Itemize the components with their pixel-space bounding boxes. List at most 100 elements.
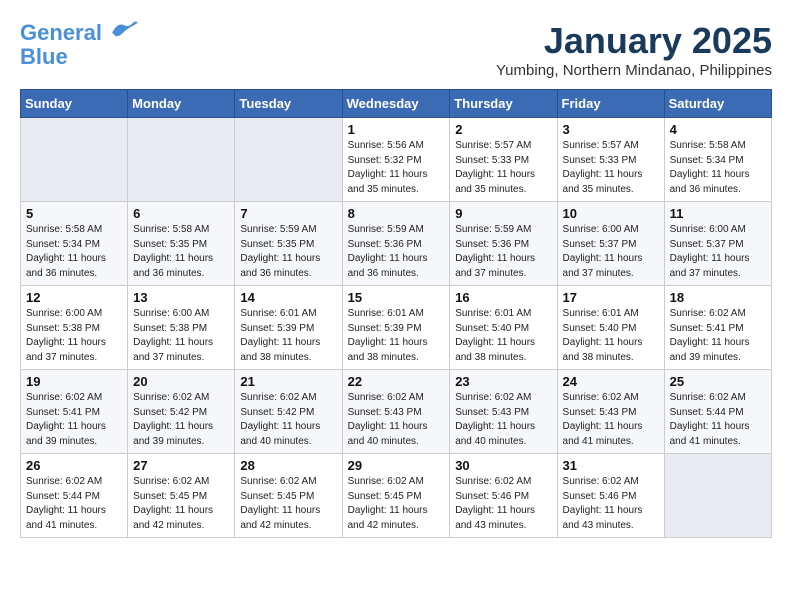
calendar-cell: 20Sunrise: 6:02 AM Sunset: 5:42 PM Dayli… [128,370,235,454]
day-number: 3 [563,122,659,137]
calendar-cell: 12Sunrise: 6:00 AM Sunset: 5:38 PM Dayli… [21,286,128,370]
day-number: 4 [670,122,766,137]
calendar-cell: 4 Sunrise: 5:58 AM Sunset: 5:34 PM Daylig… [664,118,771,202]
day-info: Sunrise: 6:02 AM Sunset: 5:41 PM Dayligh… [670,307,766,365]
day-info: Sunrise: 6:02 AM Sunset: 5:46 PM Dayligh… [455,475,551,533]
day-number: 5 [26,206,122,221]
day-info: Sunrise: 5:58 AM Sunset: 5:34 PM Dayligh… [670,139,766,197]
day-number: 20 [133,374,229,389]
calendar-cell [128,118,235,202]
day-number: 16 [455,290,551,305]
day-info: Sunrise: 6:02 AM Sunset: 5:43 PM Dayligh… [563,391,659,449]
day-number: 29 [348,458,445,473]
day-info: Sunrise: 5:57 AM Sunset: 5:33 PM Dayligh… [563,139,659,197]
day-info: Sunrise: 6:00 AM Sunset: 5:37 PM Dayligh… [563,223,659,281]
logo-blue-text: Blue [20,45,138,69]
calendar-cell: 9Sunrise: 5:59 AM Sunset: 5:36 PM Daylig… [450,202,557,286]
calendar-table: SundayMondayTuesdayWednesdayThursdayFrid… [20,89,772,538]
weekday-header-tuesday: Tuesday [235,90,342,118]
weekday-header-sunday: Sunday [21,90,128,118]
day-number: 17 [563,290,659,305]
day-info: Sunrise: 6:02 AM Sunset: 5:46 PM Dayligh… [563,475,659,533]
day-number: 23 [455,374,551,389]
day-number: 1 [348,122,445,137]
calendar-cell: 28 Sunrise: 6:02 AM Sunset: 5:45 PM Dayli… [235,454,342,538]
calendar-cell: 16Sunrise: 6:01 AM Sunset: 5:40 PM Dayli… [450,286,557,370]
day-number: 21 [240,374,336,389]
day-info: Sunrise: 6:02 AM Sunset: 5:45 PM Dayligh… [133,475,229,533]
page-header: General Blue January 2025 Yumbing, North… [20,20,772,79]
title-block: January 2025 Yumbing, Northern Mindanao,… [496,20,772,79]
calendar-cell: 27 Sunrise: 6:02 AM Sunset: 5:45 PM Dayli… [128,454,235,538]
calendar-cell: 13Sunrise: 6:00 AM Sunset: 5:38 PM Dayli… [128,286,235,370]
day-info: Sunrise: 6:00 AM Sunset: 5:38 PM Dayligh… [133,307,229,365]
logo-text: General [20,20,138,45]
week-row-5: 26Sunrise: 6:02 AM Sunset: 5:44 PM Dayli… [21,454,772,538]
day-number: 8 [348,206,445,221]
day-info: Sunrise: 6:02 AM Sunset: 5:43 PM Dayligh… [455,391,551,449]
day-number: 7 [240,206,336,221]
logo-bird-icon [110,20,138,40]
day-info: Sunrise: 6:01 AM Sunset: 5:39 PM Dayligh… [348,307,445,365]
week-row-3: 12 Sunrise: 6:00 AM Sunset: 5:38 PM Dayli… [21,286,772,370]
day-number: 10 [563,206,659,221]
calendar-cell [235,118,342,202]
day-info: Sunrise: 6:02 AM Sunset: 5:45 PM Dayligh… [240,475,336,533]
calendar-cell: 19Sunrise: 6:02 AM Sunset: 5:41 PM Dayli… [21,370,128,454]
calendar-cell: 15Sunrise: 6:01 AM Sunset: 5:39 PM Dayli… [342,286,450,370]
day-number: 6 [133,206,229,221]
calendar-cell: 29 Sunrise: 6:02 AM Sunset: 5:45 PM Dayli… [342,454,450,538]
weekday-header-row: SundayMondayTuesdayWednesdayThursdayFrid… [21,90,772,118]
calendar-cell: 30 Sunrise: 6:02 AM Sunset: 5:46 PM Dayli… [450,454,557,538]
calendar-title: January 2025 [496,20,772,62]
calendar-cell: 11 Sunrise: 6:00 AM Sunset: 5:37 PM Dayli… [664,202,771,286]
calendar-cell: 3 Sunrise: 5:57 AM Sunset: 5:33 PM Daylig… [557,118,664,202]
day-info: Sunrise: 5:57 AM Sunset: 5:33 PM Dayligh… [455,139,551,197]
weekday-header-friday: Friday [557,90,664,118]
weekday-header-thursday: Thursday [450,90,557,118]
calendar-cell: 31 Sunrise: 6:02 AM Sunset: 5:46 PM Dayli… [557,454,664,538]
week-row-1: 1 Sunrise: 5:56 AM Sunset: 5:32 PM Daylig… [21,118,772,202]
day-info: Sunrise: 6:02 AM Sunset: 5:44 PM Dayligh… [26,475,122,533]
week-row-4: 19Sunrise: 6:02 AM Sunset: 5:41 PM Dayli… [21,370,772,454]
day-info: Sunrise: 6:02 AM Sunset: 5:45 PM Dayligh… [348,475,445,533]
day-info: Sunrise: 5:58 AM Sunset: 5:34 PM Dayligh… [26,223,122,281]
day-info: Sunrise: 5:59 AM Sunset: 5:36 PM Dayligh… [455,223,551,281]
day-number: 30 [455,458,551,473]
calendar-cell: 22Sunrise: 6:02 AM Sunset: 5:43 PM Dayli… [342,370,450,454]
calendar-cell: 5 Sunrise: 5:58 AM Sunset: 5:34 PM Daylig… [21,202,128,286]
calendar-cell: 24Sunrise: 6:02 AM Sunset: 5:43 PM Dayli… [557,370,664,454]
day-info: Sunrise: 6:01 AM Sunset: 5:39 PM Dayligh… [240,307,336,365]
day-info: Sunrise: 5:59 AM Sunset: 5:36 PM Dayligh… [348,223,445,281]
day-number: 31 [563,458,659,473]
calendar-cell: 6 Sunrise: 5:58 AM Sunset: 5:35 PM Daylig… [128,202,235,286]
day-number: 27 [133,458,229,473]
calendar-cell: 17Sunrise: 6:01 AM Sunset: 5:40 PM Dayli… [557,286,664,370]
day-info: Sunrise: 5:56 AM Sunset: 5:32 PM Dayligh… [348,139,445,197]
day-number: 28 [240,458,336,473]
day-info: Sunrise: 5:59 AM Sunset: 5:35 PM Dayligh… [240,223,336,281]
weekday-header-saturday: Saturday [664,90,771,118]
day-number: 11 [670,206,766,221]
calendar-cell: 8 Sunrise: 5:59 AM Sunset: 5:36 PM Daylig… [342,202,450,286]
day-number: 19 [26,374,122,389]
day-info: Sunrise: 6:02 AM Sunset: 5:42 PM Dayligh… [240,391,336,449]
calendar-cell: 1 Sunrise: 5:56 AM Sunset: 5:32 PM Daylig… [342,118,450,202]
calendar-cell: 10 Sunrise: 6:00 AM Sunset: 5:37 PM Dayli… [557,202,664,286]
day-number: 2 [455,122,551,137]
week-row-2: 5 Sunrise: 5:58 AM Sunset: 5:34 PM Daylig… [21,202,772,286]
calendar-cell [664,454,771,538]
day-number: 14 [240,290,336,305]
weekday-header-monday: Monday [128,90,235,118]
day-number: 25 [670,374,766,389]
day-info: Sunrise: 5:58 AM Sunset: 5:35 PM Dayligh… [133,223,229,281]
day-info: Sunrise: 6:02 AM Sunset: 5:44 PM Dayligh… [670,391,766,449]
calendar-cell: 18Sunrise: 6:02 AM Sunset: 5:41 PM Dayli… [664,286,771,370]
calendar-cell: 21 Sunrise: 6:02 AM Sunset: 5:42 PM Dayli… [235,370,342,454]
day-info: Sunrise: 6:00 AM Sunset: 5:37 PM Dayligh… [670,223,766,281]
calendar-cell: 7 Sunrise: 5:59 AM Sunset: 5:35 PM Daylig… [235,202,342,286]
day-info: Sunrise: 6:02 AM Sunset: 5:43 PM Dayligh… [348,391,445,449]
calendar-cell [21,118,128,202]
day-number: 12 [26,290,122,305]
weekday-header-wednesday: Wednesday [342,90,450,118]
